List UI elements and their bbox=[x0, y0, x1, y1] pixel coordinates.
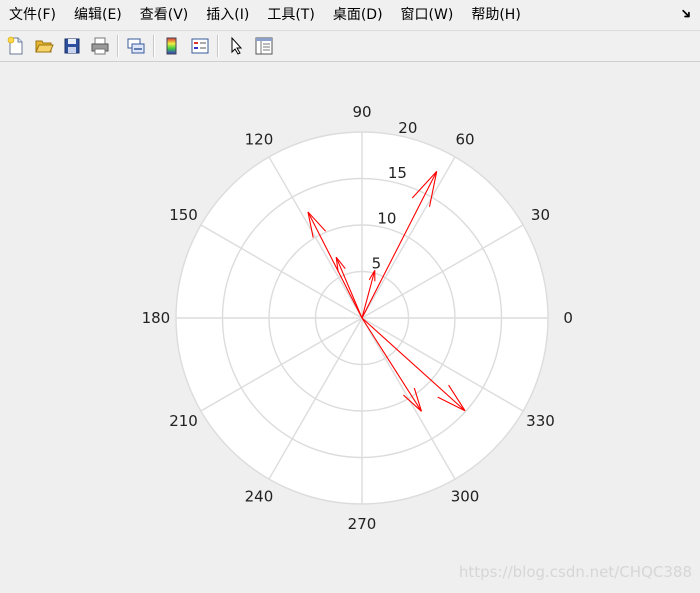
menu-desktop[interactable]: 桌面(D) bbox=[324, 0, 392, 30]
print-icon[interactable] bbox=[88, 34, 112, 58]
link-plot-icon[interactable] bbox=[124, 34, 148, 58]
menu-bar: 文件(F) 编辑(E) 查看(V) 插入(I) 工具(T) 桌面(D) 窗口(W… bbox=[0, 0, 700, 30]
r-tick-label: 20 bbox=[398, 119, 417, 137]
compass-plot: 0 30 60 90 120 150 180 210 240 270 300 330 5 10 15 20 bbox=[0, 63, 700, 589]
toolbar-separator bbox=[117, 35, 119, 57]
theta-tick-label: 270 bbox=[348, 515, 377, 533]
menu-view[interactable]: 查看(V) bbox=[131, 0, 198, 30]
menu-tools[interactable]: 工具(T) bbox=[258, 0, 323, 30]
menu-help[interactable]: 帮助(H) bbox=[462, 0, 529, 30]
theta-tick-label: 90 bbox=[352, 103, 371, 121]
figure-toolbar bbox=[0, 30, 700, 62]
menu-window[interactable]: 窗口(W) bbox=[392, 0, 463, 30]
theta-tick-label: 150 bbox=[169, 206, 198, 224]
r-tick-label: 5 bbox=[372, 255, 382, 273]
theta-tick-label: 60 bbox=[455, 131, 474, 149]
open-file-icon[interactable] bbox=[32, 34, 56, 58]
figure-canvas: 0 30 60 90 120 150 180 210 240 270 300 330 5 10 15 20 bbox=[0, 63, 700, 589]
pointer-icon[interactable] bbox=[224, 34, 248, 58]
r-tick-label: 10 bbox=[377, 209, 396, 227]
menu-insert[interactable]: 插入(I) bbox=[197, 0, 258, 30]
theta-tick-label: 180 bbox=[142, 309, 171, 327]
toolbar-separator bbox=[153, 35, 155, 57]
menu-file[interactable]: 文件(F) bbox=[0, 0, 65, 30]
property-inspector-icon[interactable] bbox=[252, 34, 276, 58]
toolbar-separator bbox=[217, 35, 219, 57]
legend-icon[interactable] bbox=[188, 34, 212, 58]
theta-tick-label: 30 bbox=[531, 206, 550, 224]
theta-tick-label: 330 bbox=[526, 412, 555, 430]
new-figure-icon[interactable] bbox=[4, 34, 28, 58]
theta-tick-label: 240 bbox=[245, 487, 274, 505]
save-icon[interactable] bbox=[60, 34, 84, 58]
menu-edit[interactable]: 编辑(E) bbox=[65, 0, 131, 30]
colorbar-icon[interactable] bbox=[160, 34, 184, 58]
theta-tick-label: 300 bbox=[451, 487, 480, 505]
theta-tick-label: 120 bbox=[245, 131, 274, 149]
dock-arrow-icon[interactable]: ➜ bbox=[676, 4, 696, 24]
theta-tick-label: 0 bbox=[563, 309, 573, 327]
theta-tick-label: 210 bbox=[169, 412, 198, 430]
watermark: https://blog.csdn.net/CHQC388 bbox=[459, 563, 692, 581]
r-tick-label: 15 bbox=[388, 164, 407, 182]
